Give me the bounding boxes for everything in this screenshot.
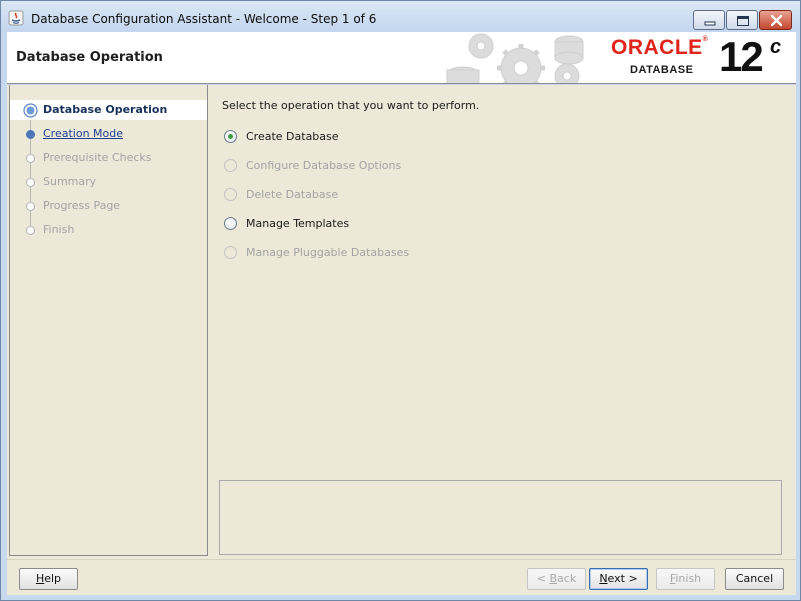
close-button[interactable] [759, 10, 792, 30]
step-summary: Summary [10, 172, 207, 192]
radio-icon [224, 159, 237, 172]
step-dot-icon [26, 130, 35, 139]
radio-icon[interactable] [224, 217, 237, 230]
help-label: elp [44, 572, 62, 585]
maximize-icon [737, 16, 749, 26]
step-label: Prerequisite Checks [43, 151, 152, 164]
version-suffix: c [770, 36, 782, 58]
steps-navigator: Database Operation Creation Mode Prerequ… [9, 85, 208, 556]
registered-mark: ® [702, 36, 709, 43]
java-app-icon [8, 10, 24, 26]
radio-selected-icon[interactable] [224, 130, 237, 143]
title-bar[interactable]: Database Configuration Assistant - Welco… [1, 1, 800, 32]
page-title: Database Operation [16, 50, 163, 65]
minimize-icon [704, 21, 716, 26]
operation-prompt: Select the operation that you want to pe… [222, 99, 480, 112]
version-badge: 12 c [719, 33, 781, 80]
step-dot-icon [26, 178, 35, 187]
version-number: 12 [719, 33, 764, 80]
finish-button: Finish [656, 568, 715, 590]
step-label: Progress Page [43, 199, 121, 212]
radio-label: Manage Pluggable Databases [246, 246, 410, 259]
finish-label: inish [675, 572, 702, 585]
back-mnemonic: B [549, 572, 558, 585]
step-finish: Finish [10, 220, 207, 240]
step-label: Finish [43, 223, 75, 236]
radio-label: Configure Database Options [246, 159, 402, 172]
step-prerequisite-checks: Prerequisite Checks [10, 148, 207, 168]
oracle-brand-text: ORACLE [611, 36, 703, 59]
next-label: ext > [607, 572, 638, 585]
step-dot-icon [26, 226, 35, 235]
next-mnemonic: N [599, 572, 608, 585]
wizard-footer: Help < Back Next > Finish Cancel [7, 559, 796, 595]
dbca-window: Database Configuration Assistant - Welco… [0, 0, 801, 601]
step-creation-mode[interactable]: Creation Mode [10, 124, 207, 144]
message-area [219, 480, 782, 555]
close-icon [770, 14, 783, 27]
oracle-logo: ORACLE® [611, 36, 708, 60]
step-database-operation[interactable]: Database Operation [10, 100, 207, 120]
help-mnemonic: H [35, 572, 45, 585]
radio-label: Delete Database [246, 188, 339, 201]
help-button[interactable]: Help [19, 568, 78, 590]
step-dot-icon [26, 154, 35, 163]
cancel-button[interactable]: Cancel [725, 568, 784, 590]
gears-decoration-icon [446, 33, 584, 83]
step-progress-page: Progress Page [10, 196, 207, 216]
radio-label[interactable]: Create Database [246, 130, 339, 143]
back-prefix: < [536, 572, 550, 585]
minimize-button[interactable] [693, 10, 725, 30]
radio-icon [224, 246, 237, 259]
step-label: Database Operation [43, 103, 168, 116]
maximize-button[interactable] [726, 10, 758, 30]
next-button[interactable]: Next > [589, 568, 648, 590]
radio-icon [224, 188, 237, 201]
database-wordmark: DATABASE [630, 64, 694, 76]
wizard-header: Database Operation ORACLE® DATABASE 12 c [7, 32, 796, 84]
radio-label[interactable]: Manage Templates [246, 217, 349, 230]
main-panel: Select the operation that you want to pe… [212, 85, 796, 559]
back-label: ack [557, 572, 577, 585]
window-title: Database Configuration Assistant - Welco… [31, 12, 377, 26]
current-step-icon [23, 103, 38, 118]
cancel-label: Cancel [735, 572, 774, 585]
step-label: Summary [43, 175, 97, 188]
back-button: < Back [527, 568, 586, 590]
wizard-content: Database Operation Creation Mode Prerequ… [7, 85, 796, 559]
step-label[interactable]: Creation Mode [43, 127, 123, 140]
step-dot-icon [26, 202, 35, 211]
